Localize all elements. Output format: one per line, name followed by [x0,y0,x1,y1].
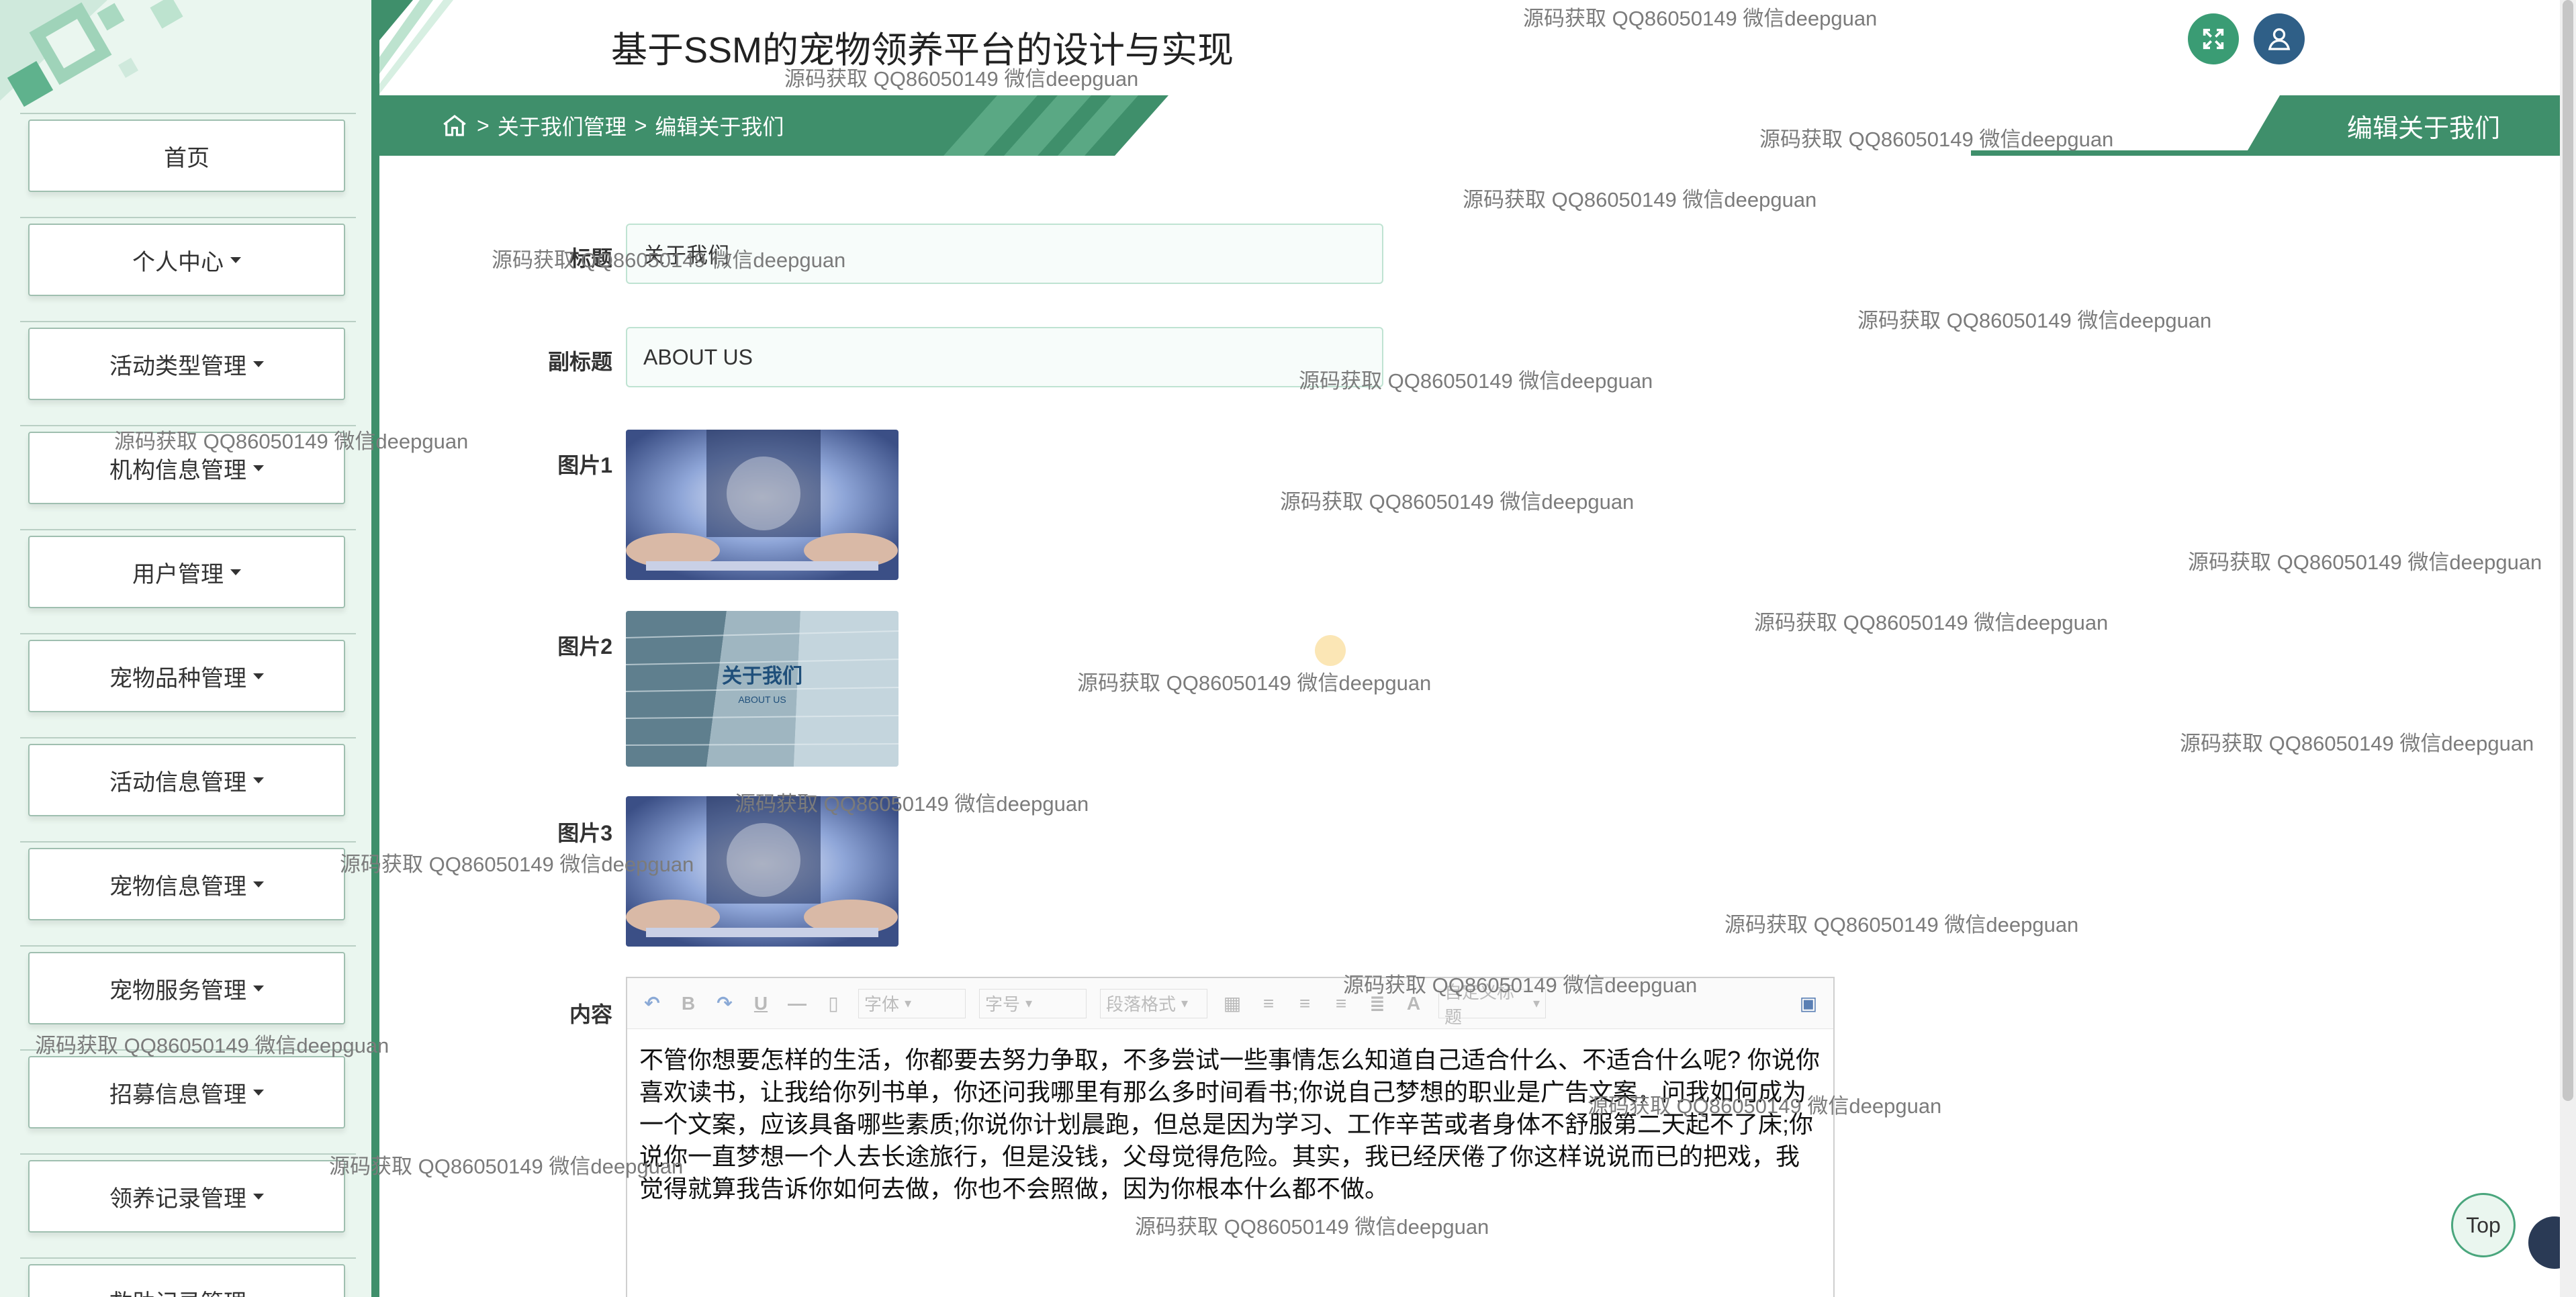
header-decoration [379,0,453,94]
page-heading: 编辑关于我们 [2347,114,2501,143]
horizontal-rule-icon[interactable]: — [786,992,809,1015]
user-button[interactable] [2254,13,2305,64]
image2-label: 图片2 [557,634,612,659]
align-right-icon[interactable]: ≡ [1330,992,1352,1015]
watermark: 源码获取 QQ86050149 微信deepguan [1857,309,2212,332]
title-input[interactable]: 关于我们 [626,224,1383,284]
subtitle-input[interactable]: ABOUT US [626,327,1383,387]
breadcrumb-separator: > [477,113,490,138]
cursor-highlight [1315,635,1346,666]
sidebar-item[interactable]: 活动信息管理 [20,737,356,816]
breadcrumb-current: 编辑关于我们 [655,115,784,139]
document-icon[interactable]: ▯ [822,992,845,1015]
watermark: 源码获取 QQ86050149 微信deepguan [2188,550,2542,574]
sidebar-item-label: 宠物信息管理 [109,873,246,900]
align-justify-icon[interactable]: ≣ [1366,992,1389,1015]
table-icon[interactable]: ▦ [1221,992,1244,1015]
sidebar-item-label: 活动类型管理 [109,353,246,379]
caret-down-icon [253,777,264,783]
sidebar-item-label: 个人中心 [132,249,224,275]
sidebar-item-label: 领养记录管理 [109,1186,246,1212]
caret-down-icon [230,256,241,263]
sidebar-item-label: 用户管理 [132,561,224,587]
scrollbar-thumb[interactable] [2563,0,2573,1101]
sidebar-item[interactable]: 领养记录管理 [20,1153,356,1233]
content-label: 内容 [569,1002,612,1026]
bold-icon[interactable]: B [677,992,700,1015]
paragraph-format-select[interactable]: 段落格式 [1100,988,1207,1018]
sidebar-item-label: 活动信息管理 [109,769,246,796]
home-icon[interactable] [441,111,469,140]
watermark: 源码获取 QQ86050149 微信deepguan [1754,611,2109,634]
sidebar-item[interactable]: 活动类型管理 [20,321,356,400]
caret-down-icon [253,1089,264,1096]
image1-label: 图片1 [557,453,612,477]
font-family-select[interactable]: 字体 [858,988,966,1018]
title-label: 标题 [569,246,612,271]
caret-down-icon [253,1193,264,1200]
sidebar-item-label: 救助记录管理 [109,1284,246,1297]
caret-down-icon [253,881,264,887]
fullscreen-icon [2203,28,2224,50]
editor-toolbar: ↶ B ↷ U — ▯ 字体 字号 段落格式 ▦ ≡ ≡ ≡ ≣ A 自定义标题… [627,978,1833,1029]
caret-down-icon [230,569,241,575]
watermark: 源码获取 QQ86050149 微信deepguan [1463,188,1817,211]
watermark: 源码获取 QQ86050149 微信deepguan [1523,7,1878,30]
watermark: 源码获取 QQ86050149 微信deepguan [1724,913,2079,936]
sidebar-item[interactable]: 宠物品种管理 [20,633,356,712]
sidebar-item-label: 机构信息管理 [109,457,246,483]
sidebar-item[interactable]: 个人中心 [20,217,356,296]
fullscreen-button[interactable] [2188,13,2239,64]
sidebar-item[interactable]: 机构信息管理 [20,425,356,504]
caret-down-icon [253,361,264,367]
undo-icon[interactable]: ↶ [641,992,663,1015]
sidebar-item[interactable]: 救助记录管理 [20,1257,356,1297]
page-scrollbar[interactable] [2560,0,2576,1297]
breadcrumb-separator: > [634,113,647,138]
align-center-icon[interactable]: ≡ [1293,992,1316,1015]
sidebar-item[interactable]: 宠物服务管理 [20,945,356,1024]
align-left-icon[interactable]: ≡ [1257,992,1280,1015]
sidebar-item[interactable]: 首页 [20,113,356,192]
caret-down-icon [253,985,264,992]
sidebar-item[interactable]: 用户管理 [20,529,356,608]
sidebar-item[interactable]: 招募信息管理 [20,1049,356,1128]
back-to-top-button[interactable]: Top [2451,1193,2516,1257]
underline-icon[interactable]: U [749,992,772,1015]
font-color-icon[interactable]: A [1402,992,1425,1015]
app-title: 基于SSM的宠物领养平台的设计与实现 [611,30,1234,70]
sidebar-item-label: 招募信息管理 [109,1082,246,1108]
image3-label: 图片3 [557,821,612,845]
sidebar-item-label: 宠物品种管理 [109,665,246,691]
user-icon [2268,28,2291,50]
rich-text-editor: ↶ B ↷ U — ▯ 字体 字号 段落格式 ▦ ≡ ≡ ≡ ≣ A 自定义标题… [626,977,1835,1297]
watermark: 源码获取 QQ86050149 微信deepguan [2180,732,2534,755]
image2-thumbnail[interactable]: 关于我们 ABOUT US [626,611,899,767]
caret-down-icon [253,465,264,471]
sidebar-border [371,0,379,1297]
watermark: 源码获取 QQ86050149 微信deepguan [1077,671,1432,695]
font-size-select[interactable]: 字号 [979,988,1087,1018]
redo-icon[interactable]: ↷ [713,992,736,1015]
image3-thumbnail[interactable] [626,796,899,947]
editor-content[interactable]: 不管你想要怎样的生活，你都要去努力争取，不多尝试一些事情怎么知道自己适合什么、不… [627,1029,1833,1220]
sidebar-item-label: 宠物服务管理 [109,977,246,1004]
sidebar-item[interactable]: 宠物信息管理 [20,841,356,920]
sidebar-item-label: 首页 [164,145,210,171]
breadcrumb: > 关于我们管理 > 编辑关于我们 [441,95,784,156]
image2-title-cn: 关于我们 [722,665,802,687]
image1-thumbnail[interactable] [626,430,899,580]
caret-down-icon [253,673,264,679]
image2-title-en: ABOUT US [738,694,786,705]
source-code-icon[interactable]: ▣ [1797,992,1820,1015]
breadcrumb-about-management[interactable]: 关于我们管理 [498,110,627,141]
watermark: 源码获取 QQ86050149 微信deepguan [1280,490,1635,514]
custom-title-select[interactable]: 自定义标题 [1438,982,1546,1027]
subtitle-label: 副标题 [547,350,612,374]
